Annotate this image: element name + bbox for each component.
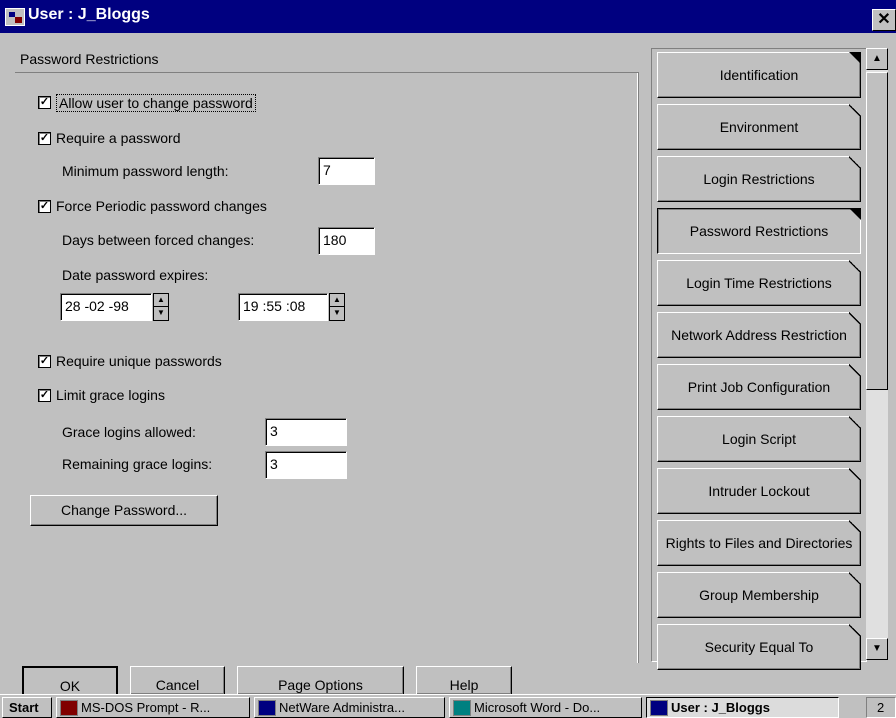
title-bar[interactable]: User : J_Bloggs ✕ (0, 0, 896, 33)
taskbar-item-label: Microsoft Word - Do... (474, 700, 601, 715)
group-label: Password Restrictions (20, 51, 159, 67)
allow-change-checkbox[interactable]: ✓ (38, 96, 51, 109)
user-window-icon (650, 700, 668, 716)
tab-label: Intruder Lockout (708, 483, 810, 499)
page-corner-icon (849, 52, 861, 64)
taskbar-item-label: User : J_Bloggs (671, 700, 770, 715)
page-corner-icon (849, 624, 861, 636)
grace-remaining-label: Remaining grace logins: (62, 456, 213, 472)
taskbar-item[interactable]: NetWare Administra... (254, 697, 445, 718)
change-password-button[interactable]: Change Password... (30, 495, 218, 526)
require-unique-label[interactable]: Require unique passwords (56, 353, 222, 369)
tab-login-time-restrictions[interactable]: Login Time Restrictions (657, 260, 861, 306)
page-corner-icon (849, 208, 861, 220)
grace-remaining-field[interactable]: 3 (265, 451, 347, 479)
system-tray: 2 (866, 697, 896, 718)
spin-up-icon[interactable]: ▲ (330, 294, 344, 307)
tab-security-equal-to[interactable]: Security Equal To (657, 624, 861, 670)
taskbar-item-label: NetWare Administra... (279, 700, 405, 715)
tab-label: Environment (719, 119, 799, 135)
taskbar: Start MS-DOS Prompt - R... NetWare Admini… (0, 694, 896, 718)
spin-down-icon[interactable]: ▼ (330, 307, 344, 320)
expiry-date-field[interactable]: 28 -02 -98 (60, 293, 152, 321)
tab-label: Login Time Restrictions (686, 275, 832, 291)
start-button[interactable]: Start (2, 697, 52, 718)
taskbar-item-label: MS-DOS Prompt - R... (81, 700, 211, 715)
grace-allowed-field[interactable]: 3 (265, 418, 347, 446)
tab-login-script[interactable]: Login Script (657, 416, 861, 462)
tab-intruder-lockout[interactable]: Intruder Lockout (657, 468, 861, 514)
window-icon[interactable] (5, 8, 25, 26)
expiry-date-spinner[interactable]: ▲ ▼ (153, 293, 169, 321)
help-button[interactable]: Help (416, 666, 512, 694)
force-periodic-checkbox[interactable]: ✓ (38, 200, 51, 213)
tab-label: Login Restrictions (703, 171, 815, 187)
tab-label: Group Membership (699, 587, 819, 603)
tab-label: Network Address Restriction (671, 327, 847, 343)
limit-grace-checkbox[interactable]: ✓ (38, 389, 51, 402)
page-options-button[interactable]: Page Options (237, 666, 404, 694)
tab-rights-to-files-and-directories[interactable]: Rights to Files and Directories (657, 520, 861, 566)
netware-icon (258, 700, 276, 716)
grace-allowed-label: Grace logins allowed: (62, 424, 196, 440)
tab-identification[interactable]: Identification (657, 52, 861, 98)
tab-print-job-configuration[interactable]: Print Job Configuration (657, 364, 861, 410)
days-between-field[interactable]: 180 (318, 227, 375, 255)
expiry-time-field[interactable]: 19 :55 :08 (238, 293, 328, 321)
days-between-label: Days between forced changes: (62, 232, 255, 248)
page-corner-icon (849, 260, 861, 272)
tabs-scrollbar[interactable]: ▲ ▼ (866, 48, 888, 660)
page-tabs-panel: Identification Environment Login Restricti… (651, 48, 867, 670)
cancel-button[interactable]: Cancel (130, 666, 225, 694)
allow-change-label[interactable]: Allow user to change password (56, 94, 256, 112)
tab-group-membership[interactable]: Group Membership (657, 572, 861, 618)
page-corner-icon (849, 416, 861, 428)
scroll-down-icon[interactable]: ▼ (866, 638, 888, 660)
require-password-checkbox[interactable]: ✓ (38, 132, 51, 145)
scroll-thumb[interactable] (866, 72, 888, 390)
tab-label: Password Restrictions (689, 223, 829, 239)
ok-button[interactable]: OK (22, 666, 118, 694)
spin-up-icon[interactable]: ▲ (154, 294, 168, 307)
tab-login-restrictions[interactable]: Login Restrictions (657, 156, 861, 202)
page-corner-icon (849, 520, 861, 532)
limit-grace-label[interactable]: Limit grace logins (56, 387, 165, 403)
tab-environment[interactable]: Environment (657, 104, 861, 150)
tab-network-address-restriction[interactable]: Network Address Restriction (657, 312, 861, 358)
min-length-label: Minimum password length: (62, 163, 229, 179)
force-periodic-label[interactable]: Force Periodic password changes (56, 198, 267, 214)
spin-down-icon[interactable]: ▼ (154, 307, 168, 320)
require-unique-checkbox[interactable]: ✓ (38, 355, 51, 368)
word-icon (453, 700, 471, 716)
page-corner-icon (849, 468, 861, 480)
expiry-time-spinner[interactable]: ▲ ▼ (329, 293, 345, 321)
scroll-up-icon[interactable]: ▲ (866, 48, 888, 70)
msdos-icon (60, 700, 78, 716)
page-corner-icon (849, 572, 861, 584)
date-expires-label: Date password expires: (62, 267, 209, 283)
taskbar-item[interactable]: MS-DOS Prompt - R... (56, 697, 250, 718)
page-corner-icon (849, 156, 861, 168)
tab-password-restrictions[interactable]: Password Restrictions (657, 208, 861, 254)
page-corner-icon (849, 104, 861, 116)
page-corner-icon (849, 364, 861, 376)
tab-label: Rights to Files and Directories (665, 535, 853, 551)
window-title: User : J_Bloggs (28, 6, 150, 23)
taskbar-item[interactable]: User : J_Bloggs (646, 697, 839, 718)
tab-label: Identification (719, 67, 799, 83)
tab-label: Login Script (722, 431, 796, 447)
min-length-field[interactable]: 7 (318, 157, 375, 185)
tab-label: Print Job Configuration (687, 379, 831, 395)
taskbar-item[interactable]: Microsoft Word - Do... (449, 697, 642, 718)
page-corner-icon (849, 312, 861, 324)
require-password-label[interactable]: Require a password (56, 130, 181, 146)
close-button[interactable]: ✕ (872, 9, 896, 31)
tab-label: Security Equal To (704, 639, 814, 655)
